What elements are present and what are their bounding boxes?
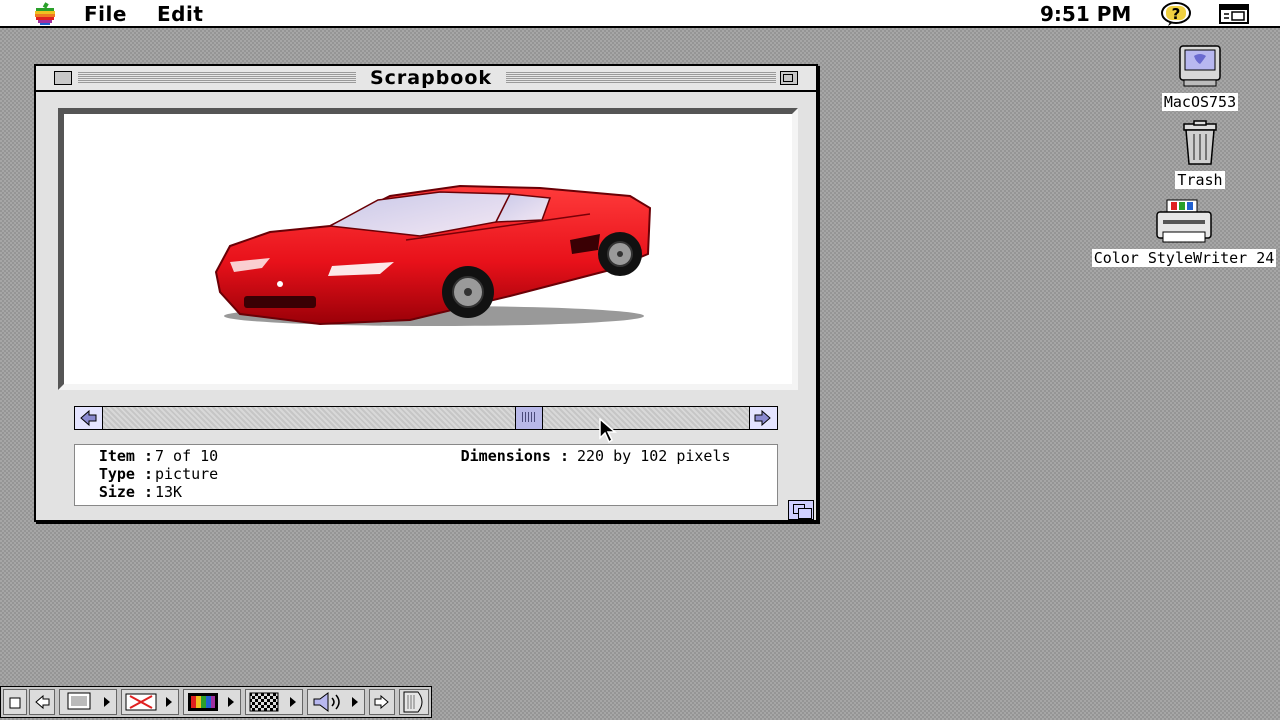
type-label: Type : <box>98 465 153 483</box>
window-title-bar[interactable]: Scrapbook <box>36 66 816 92</box>
size-value: 13K <box>155 483 183 501</box>
desktop-pattern-icon <box>249 692 296 712</box>
printer-icon <box>1156 199 1212 243</box>
item-label: Item : <box>98 447 153 465</box>
desktop-icon-label: MacOS753 <box>1161 93 1239 111</box>
close-box-button[interactable] <box>54 71 72 85</box>
dimensions-label: Dimensions : <box>460 447 569 465</box>
scroll-left-button[interactable] <box>75 407 103 429</box>
desktop-icon-label: Color StyleWriter 24 <box>1091 249 1277 267</box>
item-value: 7 of 10 <box>155 447 219 465</box>
right-arrow-icon <box>754 409 771 427</box>
help-icon[interactable]: ? <box>1160 2 1192 26</box>
hard-disk-icon <box>1179 45 1221 87</box>
red-sports-car-image <box>214 184 652 326</box>
sound-volume-icon <box>313 692 358 712</box>
file-sharing-icon <box>125 693 172 711</box>
left-arrow-icon <box>80 409 97 427</box>
title-stripes-left <box>78 72 356 84</box>
menu-edit[interactable]: Edit <box>157 2 203 26</box>
application-menu-icon[interactable] <box>1218 3 1250 25</box>
back-icon <box>35 694 50 710</box>
strip-color-depth-control[interactable] <box>183 689 241 715</box>
scrapbook-picture-area <box>58 108 798 390</box>
strip-collapse-button[interactable] <box>3 689 27 715</box>
scrapbook-info-panel: Item : 7 of 10 Type : picture Size : 13K… <box>74 444 778 506</box>
collapse-icon <box>9 697 21 709</box>
strip-file-sharing-control[interactable] <box>121 689 179 715</box>
monitor-icon <box>67 692 110 710</box>
window-title: Scrapbook <box>356 67 506 89</box>
trash-icon <box>1183 120 1217 165</box>
zoom-box-button[interactable] <box>780 71 798 85</box>
strip-tab-handle[interactable] <box>399 689 429 715</box>
strip-forward-button[interactable] <box>369 689 395 715</box>
desktop-icon-label: Trash <box>1175 171 1225 189</box>
strip-desktop-pattern-control[interactable] <box>245 689 303 715</box>
control-strip <box>0 686 432 718</box>
size-box-button[interactable] <box>788 500 814 520</box>
scroll-right-button[interactable] <box>749 407 777 429</box>
strip-sound-volume-control[interactable] <box>307 689 365 715</box>
color-depth-icon <box>188 693 234 711</box>
dimensions-value: 220 by 102 pixels <box>577 447 731 465</box>
size-label: Size : <box>98 483 153 501</box>
forward-icon <box>374 694 389 710</box>
strip-tab-icon <box>403 691 423 713</box>
desktop-icon-trash[interactable]: Trash <box>1144 120 1256 189</box>
menu-file[interactable]: File <box>84 2 127 26</box>
menu-clock[interactable]: 9:51 PM <box>1040 2 1131 26</box>
strip-back-button[interactable] <box>29 689 55 715</box>
horizontal-scrollbar[interactable] <box>74 406 778 430</box>
strip-monitor-control[interactable] <box>59 689 117 715</box>
scroll-thumb[interactable] <box>515 407 543 429</box>
type-value: picture <box>155 465 219 483</box>
desktop-icon-hard-disk[interactable]: MacOS753 <box>1144 44 1256 111</box>
mouse-pointer-icon <box>599 418 618 444</box>
scrapbook-window: Scrapbook Item: 7 of 10 Type: picture … <box>34 64 818 522</box>
svg-text:?: ? <box>1172 5 1181 23</box>
menu-bar: File Edit 9:51 PM ? <box>0 0 1280 28</box>
desktop-icon-printer[interactable]: Color StyleWriter 24 <box>1088 198 1280 267</box>
title-stripes-right <box>506 72 776 84</box>
apple-icon[interactable] <box>32 2 58 26</box>
